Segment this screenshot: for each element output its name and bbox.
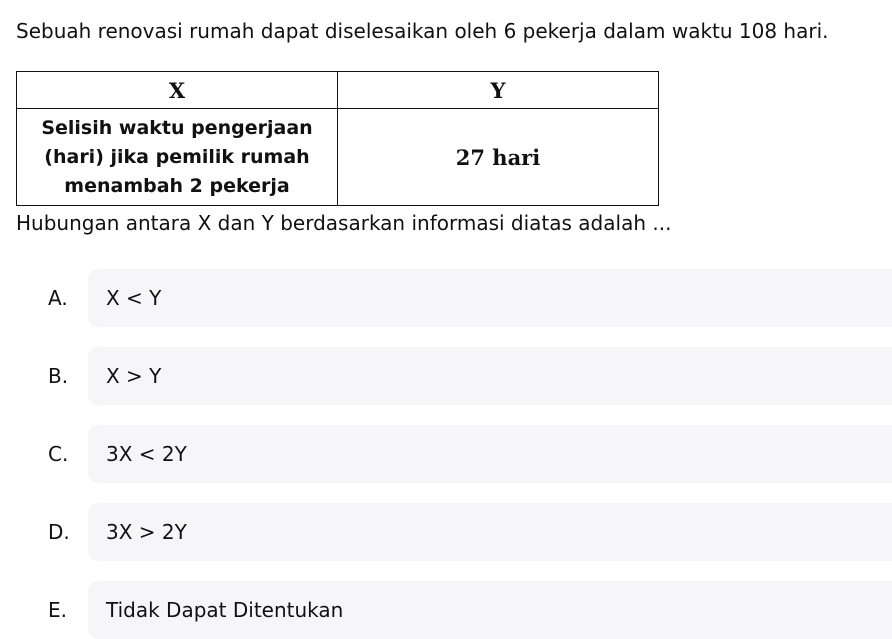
option-d-text: 3X > 2Y <box>106 520 187 544</box>
option-b-letter: B. <box>48 364 69 388</box>
option-b: B. X > Y <box>0 347 892 405</box>
cell-y-value: 27 hari <box>337 108 659 206</box>
table-row: Selisih waktu pengerjaan (hari) jika pem… <box>16 108 659 206</box>
cell-x-description: Selisih waktu pengerjaan (hari) jika pem… <box>16 108 338 206</box>
cell-x-line-1: Selisih waktu pengerjaan <box>41 116 313 139</box>
cell-x-line-3: menambah 2 pekerja <box>64 174 290 197</box>
option-e: E. Tidak Dapat Ditentukan <box>0 581 892 639</box>
question-prompt: Hubungan antara X dan Y berdasarkan info… <box>16 211 672 235</box>
option-a-letter: A. <box>48 286 68 310</box>
option-a-text: X < Y <box>106 286 162 310</box>
option-b-button[interactable]: X > Y <box>88 347 892 405</box>
option-b-text: X > Y <box>106 364 162 388</box>
info-table: X Y Selisih waktu pengerjaan (hari) jika… <box>16 71 659 206</box>
table-header-row: X Y <box>16 71 659 109</box>
option-d-letter: D. <box>48 520 70 544</box>
option-c-letter: C. <box>48 442 69 466</box>
cell-x-line-2: (hari) jika pemilik rumah <box>44 145 310 168</box>
option-e-text: Tidak Dapat Ditentukan <box>106 598 344 622</box>
option-c-text: 3X < 2Y <box>106 442 187 466</box>
option-d-button[interactable]: 3X > 2Y <box>88 503 892 561</box>
option-a-button[interactable]: X < Y <box>88 269 892 327</box>
option-c: C. 3X < 2Y <box>0 425 892 483</box>
option-a: A. X < Y <box>0 269 892 327</box>
option-e-button[interactable]: Tidak Dapat Ditentukan <box>88 581 892 639</box>
option-c-button[interactable]: 3X < 2Y <box>88 425 892 483</box>
option-d: D. 3X > 2Y <box>0 503 892 561</box>
option-e-letter: E. <box>48 598 67 622</box>
question-text: Sebuah renovasi rumah dapat diselesaikan… <box>16 19 829 43</box>
column-header-y: Y <box>337 71 659 109</box>
column-header-x: X <box>16 71 338 109</box>
